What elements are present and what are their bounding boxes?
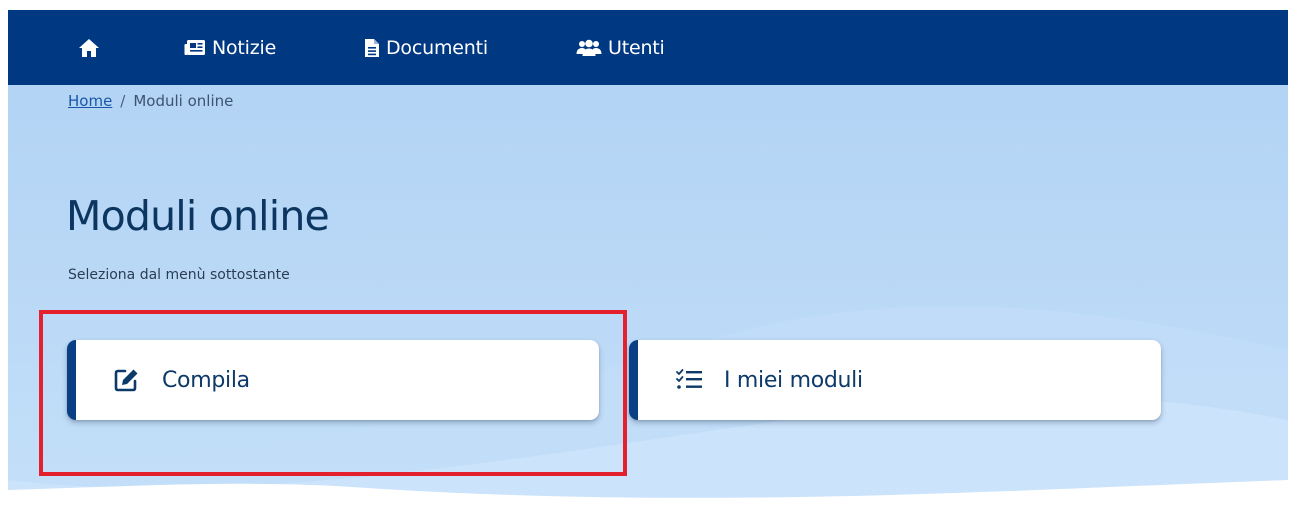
newspaper-icon bbox=[184, 39, 206, 57]
nav-home[interactable] bbox=[78, 10, 100, 85]
i-miei-moduli-button[interactable]: I miei moduli bbox=[629, 340, 1161, 420]
top-navbar: Notizie Documenti Utenti bbox=[8, 10, 1288, 85]
i-miei-moduli-label: I miei moduli bbox=[724, 367, 863, 393]
breadcrumb-separator: / bbox=[120, 92, 126, 110]
background-wave bbox=[8, 306, 1288, 515]
document-icon bbox=[364, 38, 380, 58]
page: Notizie Documenti Utenti Home / Moduli o… bbox=[0, 0, 1290, 515]
page-subtitle: Seleziona dal menù sottostante bbox=[68, 267, 290, 283]
users-icon bbox=[576, 39, 602, 57]
page-background: Notizie Documenti Utenti bbox=[8, 10, 1288, 515]
breadcrumb-current: Moduli online bbox=[133, 92, 234, 110]
nav-utenti-label: Utenti bbox=[608, 36, 665, 59]
compila-button[interactable]: Compila bbox=[67, 340, 599, 420]
page-title: Moduli online bbox=[66, 192, 330, 240]
nav-documenti[interactable]: Documenti bbox=[364, 10, 488, 85]
checklist-icon bbox=[676, 369, 706, 391]
breadcrumb: Home / Moduli online bbox=[68, 92, 233, 110]
nav-documenti-label: Documenti bbox=[386, 36, 488, 59]
breadcrumb-home-link[interactable]: Home bbox=[68, 92, 112, 110]
edit-icon bbox=[114, 368, 144, 392]
nav-notizie-label: Notizie bbox=[212, 36, 277, 59]
home-icon bbox=[78, 38, 100, 58]
nav-notizie[interactable]: Notizie bbox=[184, 10, 276, 85]
compila-label: Compila bbox=[162, 367, 250, 393]
nav-utenti[interactable]: Utenti bbox=[576, 10, 665, 85]
